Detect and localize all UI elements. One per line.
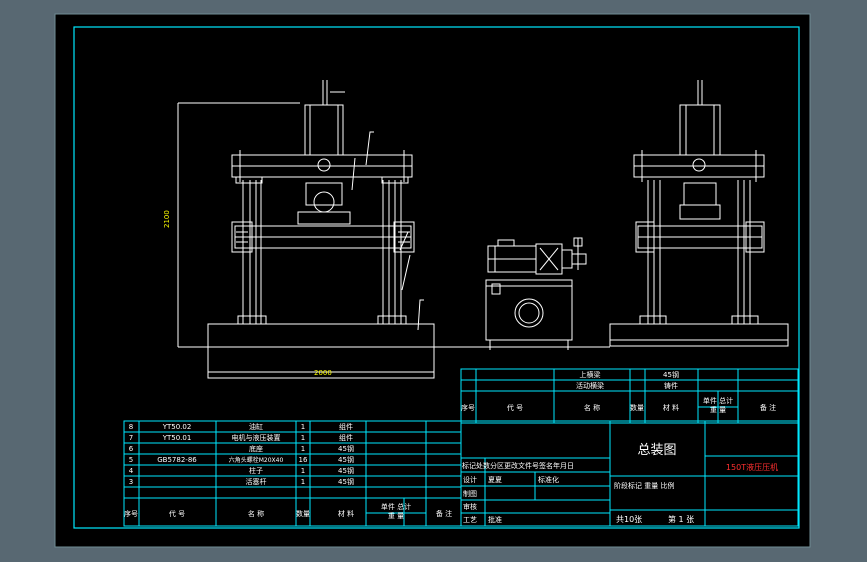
- sheet-number: 第 1 张: [668, 514, 694, 524]
- upper-header-name: 名 称: [584, 403, 600, 412]
- part-material-7: 组件: [339, 433, 353, 442]
- revision-header: 标记处数分区更改文件号签名年月日: [462, 461, 574, 470]
- lower-header-qty: 数量: [296, 509, 310, 518]
- lower-header-material: 材 料: [338, 509, 354, 518]
- part-qty-6: 1: [301, 445, 305, 453]
- part-material-4: 45钢: [338, 466, 354, 475]
- part-no-6: 6: [129, 445, 134, 453]
- part-name-3: 活塞杆: [246, 477, 267, 486]
- part-qty-5: 16: [299, 456, 308, 464]
- upper-header-remark: 备 注: [760, 403, 776, 412]
- upper-header-material: 材 料: [663, 403, 679, 412]
- drawing-title: 总装图: [637, 443, 676, 458]
- part-code-5: GB5782-86: [157, 456, 197, 464]
- upper-row-2-name: 活动横梁: [576, 381, 604, 390]
- stage-header: 阶段标记 重量 比例: [614, 481, 674, 490]
- part-name-8: 油缸: [249, 422, 263, 431]
- lower-header-remark: 备 注: [436, 509, 452, 518]
- designer-name: 夏夏: [488, 476, 502, 484]
- upper-row-1-name: 上横梁: [580, 370, 601, 379]
- design-label: 设计: [463, 475, 477, 484]
- upper-header-code: 代 号: [507, 403, 523, 412]
- part-qty-3: 1: [301, 478, 305, 486]
- upper-row-1-material: 45钢: [663, 370, 679, 379]
- width-dimension-label: 2000: [314, 369, 332, 377]
- lower-header-code: 代 号: [169, 509, 185, 518]
- part-qty-4: 1: [301, 467, 305, 475]
- product-name: 150T液压压机: [726, 462, 778, 472]
- sheet-total: 共10张: [616, 515, 642, 524]
- part-code-8: YT50.02: [162, 423, 192, 431]
- part-name-7: 电机与液压装置: [232, 433, 281, 442]
- engineering-drawing-sheet: 2100 2000 上横梁 45钢 活动横梁 铸件 序号 代 号 名 称 数量 …: [54, 13, 811, 548]
- lower-header-no: 序号: [124, 509, 138, 518]
- review-label: 审核: [463, 502, 477, 511]
- part-material-6: 45钢: [338, 444, 354, 453]
- upper-header-no: 序号: [461, 403, 475, 412]
- drafting-label: 制图: [463, 489, 477, 498]
- part-name-5: 六角头螺栓M20X40: [229, 456, 284, 464]
- part-material-5: 45钢: [338, 455, 354, 464]
- part-material-3: 45钢: [338, 477, 354, 486]
- part-no-5: 5: [129, 456, 133, 464]
- part-no-3: 3: [129, 478, 133, 486]
- part-no-8: 8: [129, 423, 133, 431]
- approve-label: 批准: [488, 515, 502, 524]
- part-material-8: 组件: [339, 422, 353, 431]
- part-qty-7: 1: [301, 434, 305, 442]
- part-qty-8: 1: [301, 423, 305, 431]
- part-no-4: 4: [129, 467, 134, 475]
- height-dimension-label: 2100: [163, 210, 171, 228]
- lower-header-name: 名 称: [248, 509, 264, 518]
- upper-header-qty: 数量: [630, 403, 644, 412]
- part-name-4: 柱子: [249, 466, 263, 475]
- part-no-7: 7: [129, 434, 133, 442]
- part-code-7: YT50.01: [162, 434, 192, 442]
- process-label: 工艺: [463, 516, 477, 524]
- sheet-outer-border: [54, 13, 811, 548]
- part-name-6: 底座: [249, 444, 263, 453]
- upper-row-2-material: 铸件: [664, 381, 678, 390]
- standardize-label: 标准化: [538, 475, 559, 484]
